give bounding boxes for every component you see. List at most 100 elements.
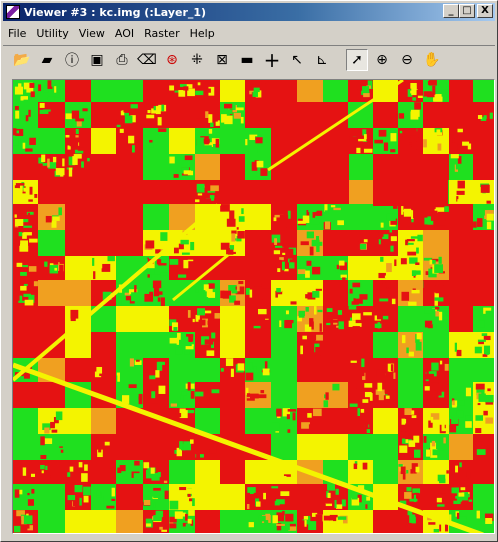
pixel-speckle <box>118 296 122 305</box>
pixel-speckle <box>403 208 412 217</box>
pixel-speckle <box>147 273 150 278</box>
close-button[interactable]: X <box>477 4 493 18</box>
pixel-speckle <box>484 394 494 403</box>
menu-utility[interactable]: Utility <box>31 27 73 40</box>
pixel-speckle <box>428 80 437 86</box>
pixel-speckle <box>160 297 165 306</box>
pixel-speckle <box>170 505 176 510</box>
pixel-speckle <box>285 513 294 522</box>
pixel-speckle <box>246 504 250 510</box>
pixel-speckle <box>277 268 281 273</box>
pixel-speckle <box>16 285 19 290</box>
pixel-speckle <box>92 296 95 300</box>
pixel-speckle <box>452 400 455 406</box>
info-icon[interactable]: ⓘ <box>61 49 83 71</box>
field-parcel <box>195 460 220 484</box>
pixel-speckle <box>197 82 201 86</box>
pixel-speckle <box>410 111 419 120</box>
pixel-speckle <box>467 158 471 164</box>
field-parcel <box>245 460 271 484</box>
pixel-speckle <box>74 485 83 493</box>
pixel-speckle <box>306 231 314 239</box>
pixel-speckle <box>231 289 238 294</box>
pixel-speckle <box>78 462 83 468</box>
select-pointer-icon[interactable]: ➚ <box>346 48 368 71</box>
field-parcel <box>169 102 195 128</box>
field-parcel <box>116 80 143 102</box>
image-viewport[interactable] <box>12 79 495 534</box>
pixel-speckle <box>386 284 389 288</box>
pixel-speckle <box>198 319 206 326</box>
field-parcel <box>271 358 297 382</box>
pixel-speckle <box>467 143 472 150</box>
title-bar[interactable]: Viewer #3 : kc.img (:Layer_1) _ □ X <box>3 3 495 21</box>
menu-aoi[interactable]: AOI <box>110 27 139 40</box>
pixel-speckle <box>208 292 216 298</box>
pixel-speckle <box>273 250 281 255</box>
pixel-speckle <box>431 308 436 313</box>
crosshair-icon[interactable]: + <box>261 48 283 72</box>
eraser-icon[interactable]: ⌫ <box>136 49 158 71</box>
pixel-speckle <box>429 294 432 304</box>
field-parcel <box>271 434 297 460</box>
menu-raster[interactable]: Raster <box>139 27 184 40</box>
pixel-speckle <box>417 497 422 504</box>
maximize-button[interactable]: □ <box>459 4 475 18</box>
pixel-speckle <box>14 235 21 244</box>
zoom-extent-icon[interactable]: ⁜ <box>186 49 208 71</box>
pixel-speckle <box>312 266 321 275</box>
zoom-out-icon[interactable]: ⊖ <box>396 49 418 71</box>
pixel-speckle <box>54 97 61 102</box>
menu-help[interactable]: Help <box>185 27 220 40</box>
print-icon[interactable]: ⎙ <box>111 49 133 71</box>
zoom-in-icon[interactable]: ⊕ <box>371 49 393 71</box>
pixel-speckle <box>266 488 271 494</box>
app-icon[interactable] <box>6 5 20 19</box>
pixel-speckle <box>381 365 385 368</box>
pixel-speckle <box>249 289 253 298</box>
pixel-speckle <box>134 285 137 293</box>
pixel-speckle <box>454 392 464 401</box>
field-parcel <box>323 80 348 102</box>
fit-window-icon[interactable]: ⊠ <box>211 49 233 71</box>
pixel-speckle <box>408 351 414 357</box>
open-layer-icon[interactable]: ▰ <box>36 49 58 71</box>
menu-file[interactable]: File <box>3 27 31 40</box>
radiometric-icon[interactable]: ⊛ <box>161 49 183 71</box>
menu-view[interactable]: View <box>74 27 110 40</box>
pixel-speckle <box>157 117 162 126</box>
field-parcel <box>220 180 245 204</box>
field-parcel <box>91 128 116 154</box>
minimize-button[interactable]: _ <box>443 4 459 18</box>
open-folder-icon[interactable]: 📂 <box>11 49 33 71</box>
field-parcel <box>348 256 373 280</box>
pan-hand-icon[interactable]: ✋ <box>421 49 443 71</box>
pixel-speckle <box>423 436 427 443</box>
pixel-speckle <box>275 499 285 505</box>
pixel-speckle <box>455 465 459 473</box>
measure-icon[interactable]: ▬ <box>236 49 258 71</box>
field-parcel <box>297 80 323 102</box>
pixel-speckle <box>377 382 383 392</box>
pixel-speckle <box>376 369 386 377</box>
pixel-speckle <box>486 200 491 204</box>
profile-icon[interactable]: ⊾ <box>311 49 333 71</box>
pixel-speckle <box>204 339 214 345</box>
pixel-speckle <box>330 205 336 208</box>
arrow-tool-icon[interactable]: ↖ <box>286 49 308 71</box>
pixel-speckle <box>220 290 225 299</box>
pixel-speckle <box>181 391 187 396</box>
pixel-speckle <box>458 492 465 497</box>
pixel-speckle <box>262 368 270 376</box>
pixel-speckle <box>96 293 99 300</box>
pixel-speckle <box>256 160 264 168</box>
pixel-speckle <box>302 215 310 224</box>
pixel-speckle <box>185 523 191 530</box>
save-icon[interactable]: ▣ <box>86 49 108 71</box>
pixel-speckle <box>155 370 160 378</box>
pixel-speckle <box>143 510 151 516</box>
pixel-speckle <box>476 449 486 455</box>
pixel-speckle <box>308 521 317 531</box>
pixel-speckle <box>151 274 161 278</box>
pixel-speckle <box>96 366 103 374</box>
